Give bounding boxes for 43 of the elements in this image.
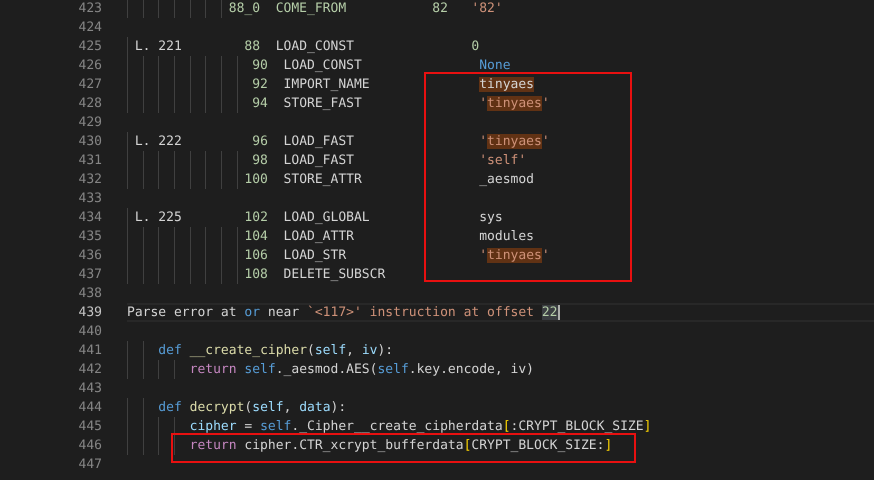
- code-line: Parse error at or near `<117>' instruction at offset 22: [127, 305, 560, 320]
- code-line: 104 LOAD_ATTR modules: [243, 229, 534, 244]
- code-line: 92 IMPORT_NAME tinyaes: [251, 77, 534, 92]
- line-number: 444: [78, 399, 102, 417]
- line-number: 425: [78, 38, 102, 56]
- code-line: L. 221 88 LOAD_CONST 0: [134, 39, 480, 54]
- code-line: cipher = self._Cipher__create_cipherdata[:CRYPT_BLOCK_SIZE]: [188, 419, 652, 434]
- line-number: 437: [78, 266, 102, 284]
- code-line: 100 STORE_ATTR _aesmod: [243, 172, 534, 187]
- code-line: 94 STORE_FAST 'tinyaes': [251, 96, 550, 111]
- line-number: 447: [78, 456, 102, 474]
- line-number: 446: [78, 437, 102, 455]
- line-number: 431: [78, 152, 102, 170]
- code-line: L. 222 96 LOAD_FAST 'tinyaes': [134, 134, 550, 149]
- line-number: 430: [78, 133, 102, 151]
- line-number: 426: [78, 57, 102, 75]
- code-line: return cipher.CTR_xcrypt_bufferdata[CRYPT_BLOCK_SIZE:]: [188, 438, 612, 453]
- code-line: return self._aesmod.AES(self.key.encode, iv): [188, 362, 534, 377]
- code-line: 108 DELETE_SUBSCR: [243, 267, 386, 282]
- line-number: 434: [78, 209, 102, 227]
- code-line: 90 LOAD_CONST None: [251, 58, 511, 73]
- line-number: 429: [78, 114, 102, 132]
- code-line: 106 LOAD_STR 'tinyaes': [243, 248, 550, 263]
- line-number: 443: [78, 380, 102, 398]
- line-number: 427: [78, 76, 102, 94]
- code-line: def decrypt(self, data):: [157, 400, 346, 415]
- code-line: 98 LOAD_FAST 'self': [251, 153, 526, 168]
- line-number: 445: [78, 418, 102, 436]
- line-number: 440: [78, 323, 102, 341]
- line-number: 428: [78, 95, 102, 113]
- line-number: 424: [78, 19, 102, 37]
- line-number: 442: [78, 361, 102, 379]
- code-line: 88_0 COME_FROM 82 '82': [228, 1, 503, 16]
- line-number: 432: [78, 171, 102, 189]
- line-number: 441: [78, 342, 102, 360]
- code-line: def __create_cipher(self, iv):: [157, 343, 394, 358]
- line-number: 433: [78, 190, 102, 208]
- line-number: 438: [78, 285, 102, 303]
- line-number: 439: [78, 304, 102, 322]
- code-line: L. 225 102 LOAD_GLOBAL sys: [134, 210, 503, 225]
- line-number: 436: [78, 247, 102, 265]
- line-number: 423: [78, 0, 102, 18]
- line-number: 435: [78, 228, 102, 246]
